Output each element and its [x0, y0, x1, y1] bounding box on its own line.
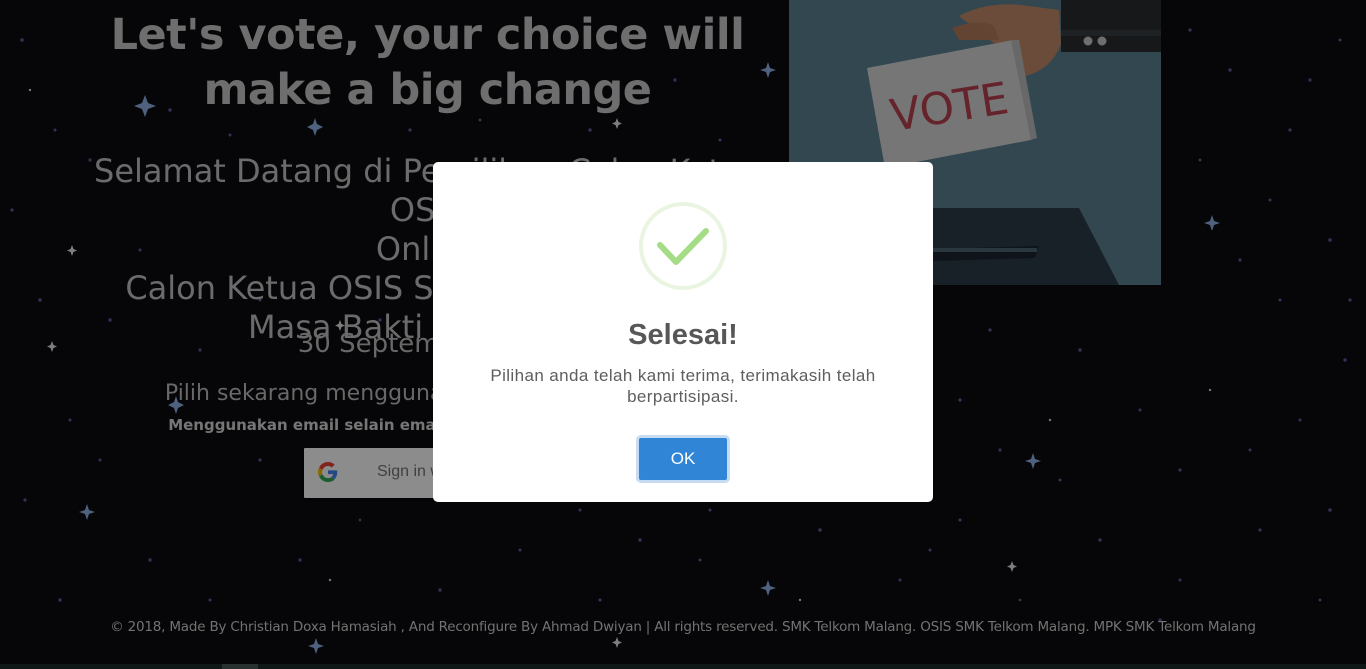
success-dialog: Selesai! Pilihan anda telah kami terima,… — [433, 162, 933, 502]
success-check-icon — [639, 202, 727, 290]
dialog-message: Pilihan anda telah kami terima, terimaka… — [490, 366, 876, 406]
ok-button[interactable]: OK — [636, 435, 730, 483]
dialog-title: Selesai! — [628, 319, 738, 351]
ok-button-label: OK — [670, 449, 696, 468]
